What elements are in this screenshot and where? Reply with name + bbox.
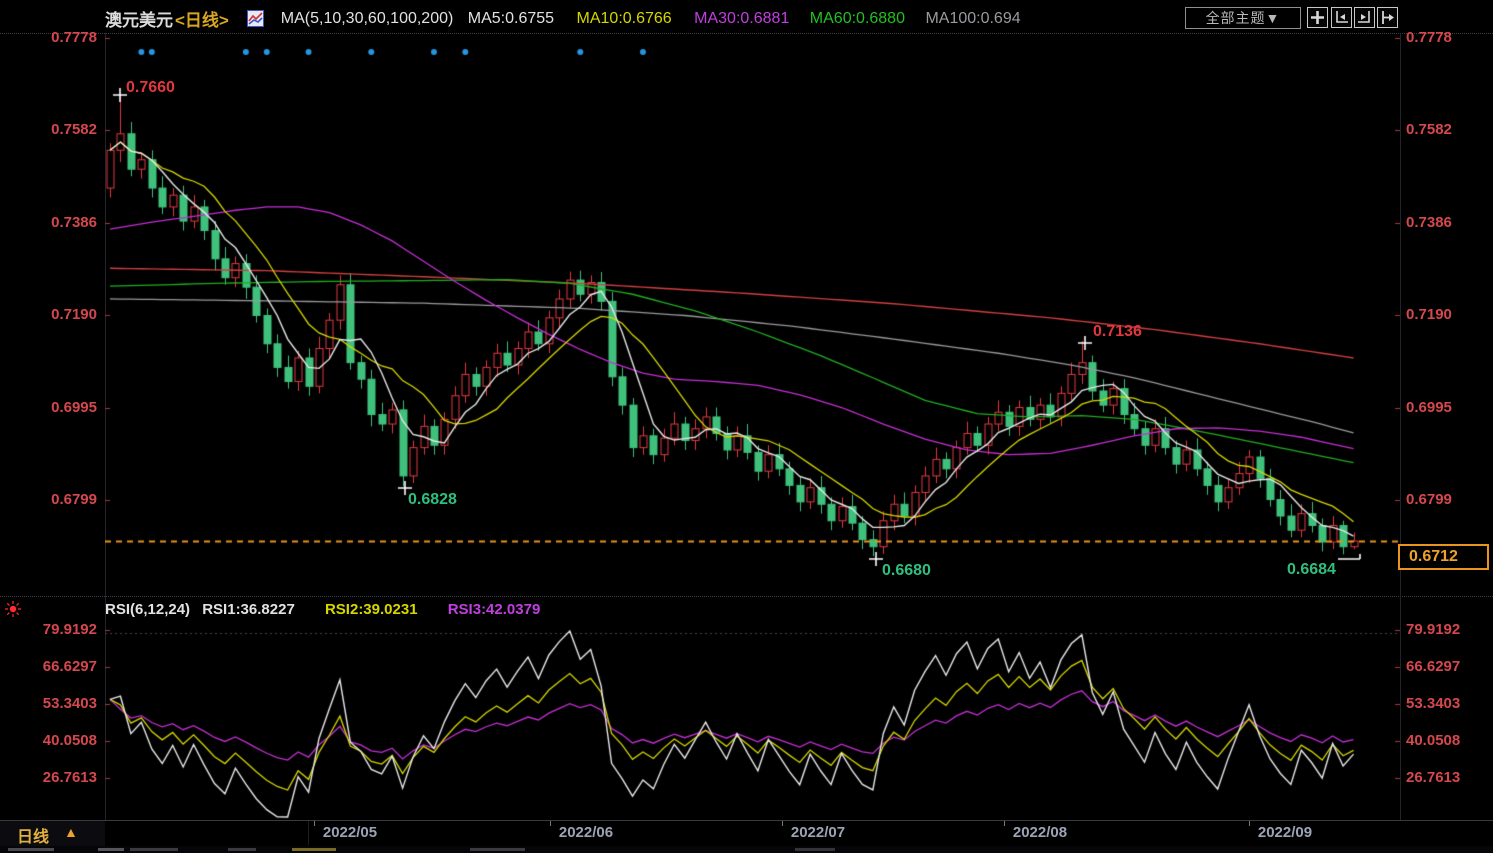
rsi3-value: RSI3:42.0379 [447, 601, 541, 618]
period-selector-button[interactable]: 日线 ▲ [0, 821, 105, 846]
plot-right-border [1400, 33, 1401, 820]
ma5-value: MA5:0.6755 [467, 9, 555, 27]
ma60-value: MA60:0.6880 [809, 9, 905, 27]
kline-chart-icon [247, 9, 265, 32]
left-axis-scale-button[interactable] [1331, 7, 1352, 28]
price-axis-label: 53.3403 [1406, 694, 1461, 712]
price-axis-label: 0.6799 [51, 491, 97, 508]
panel-divider [0, 596, 1493, 597]
rsi1-value: RSI1:36.8227 [202, 601, 295, 618]
x-axis-label: 2022/05 [322, 824, 378, 841]
rsi-chart-canvas[interactable] [105, 628, 1400, 820]
x-axis-label: 2022/09 [1257, 824, 1313, 841]
price-axis-label: 0.7582 [1406, 121, 1452, 139]
price-axis-label: 66.6297 [42, 658, 97, 675]
x-axis-label: 2022/08 [1012, 824, 1068, 841]
low-annotation: 0.6680 [882, 562, 931, 579]
price-axis-label: 0.6995 [1406, 398, 1452, 416]
price-axis-label: 0.7778 [51, 29, 97, 46]
price-axis-label: 79.9192 [1406, 621, 1461, 638]
ma10-value: MA10:0.6766 [576, 9, 672, 27]
theme-selector-dropdown[interactable]: 全部主题▼ [1185, 7, 1301, 29]
price-axis-label: 79.9192 [42, 621, 97, 638]
price-axis-label: 0.7778 [1406, 29, 1452, 46]
price-axis-label: 0.7582 [51, 121, 97, 139]
price-axis-label: 0.6799 [1406, 491, 1452, 508]
crosshair-tool-button[interactable] [1307, 7, 1328, 28]
ma-settings-label: MA(5,10,30,60,100,200) [280, 9, 454, 27]
rsi2-value: RSI2:39.0231 [324, 601, 418, 618]
rsi-header: RSI(6,12,24) RSI1:36.8227 RSI2:39.0231 R… [105, 601, 540, 618]
price-axis-label: 40.0508 [42, 731, 97, 749]
price-axis-label: 26.7613 [42, 769, 97, 786]
price-axis-label: 0.7386 [51, 213, 97, 231]
price-axis-label: 40.0508 [1406, 731, 1461, 749]
low-annotation: 0.6828 [408, 491, 457, 508]
right-axis-scale-button[interactable] [1354, 7, 1375, 28]
high-annotation: 0.7136 [1093, 323, 1142, 340]
time-axis-border [0, 820, 1493, 821]
price-axis-label: 0.6995 [51, 398, 97, 416]
triangle-up-icon: ▲ [64, 824, 78, 840]
x-axis-tick [782, 821, 783, 826]
bottom-clipped-row [0, 846, 1493, 853]
x-axis-label: 2022/06 [558, 824, 614, 841]
chart-header: 澳元美元 <日线> MA(5,10,30,60,100,200) MA5:0.67… [105, 6, 1021, 30]
rsi-settings-label: RSI(6,12,24) [105, 601, 191, 618]
x-axis-tick [550, 821, 551, 826]
move-axis-button[interactable] [1377, 7, 1398, 28]
x-axis-tick [1004, 821, 1005, 826]
last-price-tag: 0.6712 [1398, 544, 1489, 571]
x-axis-label: 2022/07 [790, 824, 846, 841]
trading-app-window: 澳元美元 <日线> MA(5,10,30,60,100,200) MA5:0.67… [0, 0, 1493, 853]
symbol-name: 澳元美元 [105, 11, 173, 30]
price-axis-label: 0.7190 [1406, 306, 1452, 324]
price-axis-label: 0.7386 [1406, 213, 1452, 231]
price-axis-label: 53.3403 [42, 694, 97, 712]
price-axis-label: 26.7613 [1406, 769, 1461, 786]
price-axis-label: 66.6297 [1406, 658, 1461, 675]
low-annotation: 0.6684 [1287, 561, 1336, 578]
ma100-value: MA100:0.694 [925, 9, 1021, 27]
ma30-value: MA30:0.6881 [694, 9, 790, 27]
candlestick-chart-canvas[interactable] [105, 30, 1400, 595]
period-label: 日线 [17, 829, 50, 846]
x-axis-tick [1249, 821, 1250, 826]
price-axis-label: 0.7190 [51, 306, 97, 324]
high-annotation: 0.7660 [126, 79, 175, 96]
period-tag: <日线> [175, 11, 229, 30]
x-axis-tick [314, 821, 315, 826]
